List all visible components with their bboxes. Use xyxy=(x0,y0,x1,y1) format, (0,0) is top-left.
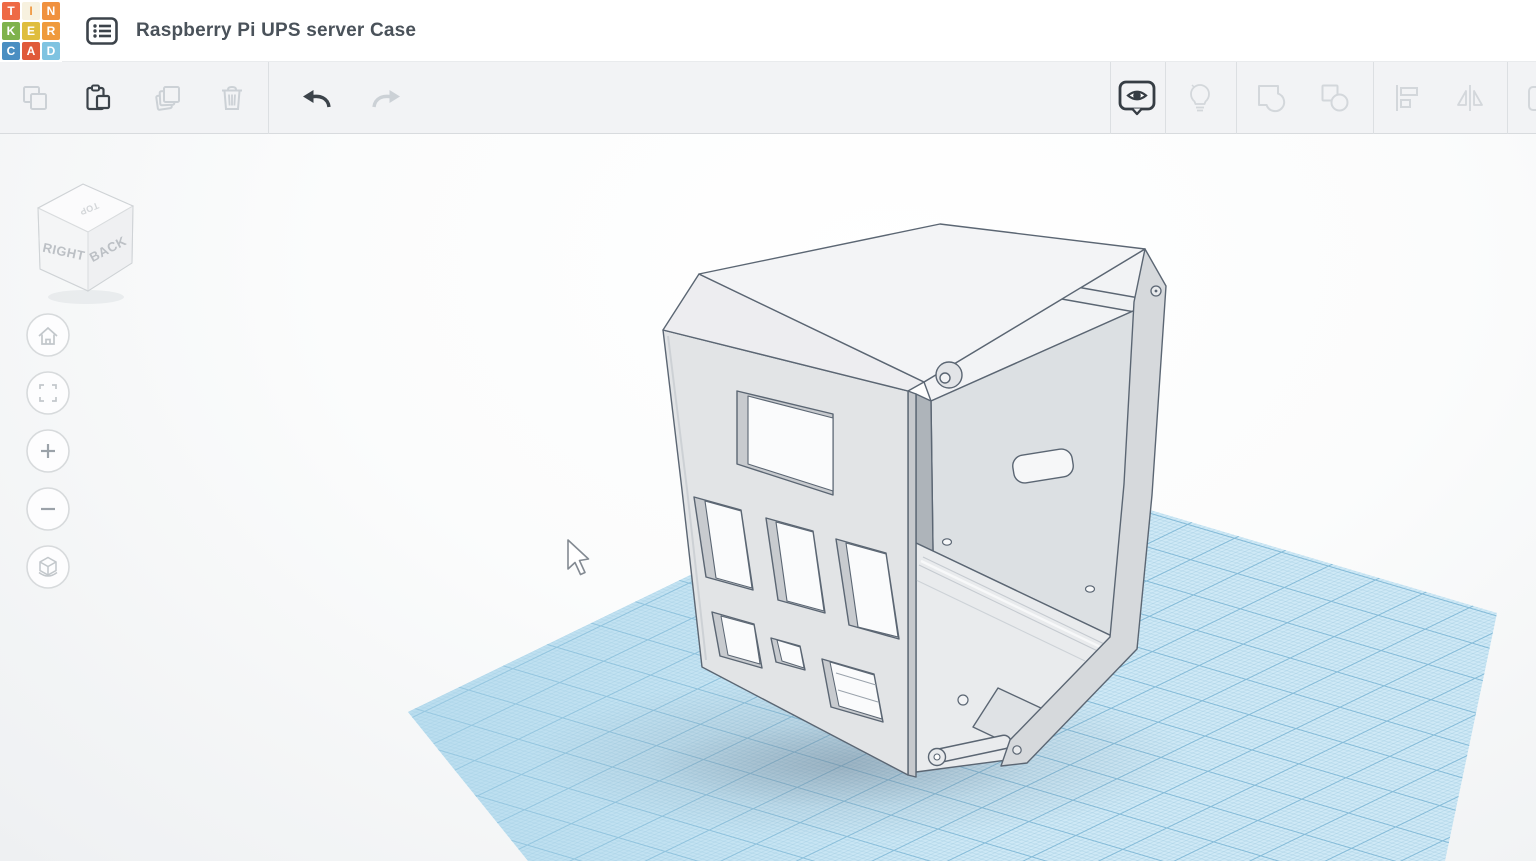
paste-button[interactable] xyxy=(76,62,120,134)
logo-tile: D xyxy=(42,42,60,60)
fit-view-button[interactable] xyxy=(27,372,69,414)
trash-icon xyxy=(218,84,246,112)
logo-tile: T xyxy=(2,2,20,20)
mirror-icon xyxy=(1455,83,1485,113)
ungroup-button[interactable] xyxy=(1307,62,1363,134)
duplicate-button[interactable] xyxy=(146,62,190,134)
design-title[interactable]: Raspberry Pi UPS server Case xyxy=(136,20,416,42)
ungroup-icon xyxy=(1319,82,1351,114)
copy-button[interactable] xyxy=(13,62,57,134)
show-all-eye-icon xyxy=(1116,79,1158,117)
copy-icon xyxy=(21,84,49,112)
workplane-icon xyxy=(1527,82,1536,114)
redo-button[interactable] xyxy=(365,62,409,134)
perspective-toggle-button[interactable] xyxy=(27,546,69,588)
undo-icon xyxy=(299,85,333,111)
design-menu-button[interactable] xyxy=(84,13,120,49)
model-wall-edge xyxy=(908,391,916,777)
view-controls xyxy=(27,314,69,588)
logo-tile: K xyxy=(2,22,20,40)
group-button[interactable] xyxy=(1243,62,1299,134)
undo-button[interactable] xyxy=(294,62,338,134)
model-hinge-boss-hole xyxy=(940,373,950,383)
redo-icon xyxy=(370,85,404,111)
tinkercad-logo[interactable]: T I N K E R C A D xyxy=(0,0,62,62)
duplicate-icon xyxy=(153,83,183,113)
model-frame-screw xyxy=(1155,290,1158,293)
model-foot-hole xyxy=(934,754,940,760)
scene-svg: TOP RIGHT BACK xyxy=(0,134,1536,861)
group-icon xyxy=(1255,82,1287,114)
paste-icon xyxy=(84,84,112,112)
toolbar-divider xyxy=(1507,62,1508,134)
logo-tile: I xyxy=(22,2,40,20)
toolbar-divider xyxy=(268,62,269,134)
light-button[interactable] xyxy=(1172,62,1228,134)
home-view-button[interactable] xyxy=(27,314,69,356)
toolbar-divider xyxy=(1165,62,1166,134)
design-menu-icon xyxy=(85,14,119,48)
logo-tile: R xyxy=(42,22,60,40)
align-button[interactable] xyxy=(1380,62,1436,134)
logo-tile: C xyxy=(2,42,20,60)
toolbar-divider xyxy=(1236,62,1237,134)
delete-button[interactable] xyxy=(210,62,254,134)
toolbar-divider xyxy=(1110,62,1111,134)
toolbar-divider xyxy=(1373,62,1374,134)
show-all-button[interactable] xyxy=(1115,62,1159,134)
mirror-button[interactable] xyxy=(1442,62,1498,134)
lightbulb-icon xyxy=(1186,82,1214,114)
logo-tile: N xyxy=(42,2,60,20)
workplane-button[interactable] xyxy=(1516,62,1536,134)
model-wall-gap xyxy=(916,394,933,551)
model-screw-hole xyxy=(943,539,952,545)
logo-tile: E xyxy=(22,22,40,40)
mouse-cursor xyxy=(568,540,589,575)
app-header: T I N K E R C A D Raspberry Pi UPS serve… xyxy=(0,0,1536,62)
zoom-in-button[interactable] xyxy=(27,430,69,472)
zoom-out-button[interactable] xyxy=(27,488,69,530)
view-cube-shadow xyxy=(48,290,124,304)
model-screw-hole xyxy=(1086,586,1095,592)
3d-viewport[interactable]: TOP RIGHT BACK xyxy=(0,134,1536,861)
logo-tile: A xyxy=(22,42,40,60)
model-frame-screw xyxy=(1013,746,1021,754)
model-screw-boss xyxy=(958,695,968,705)
view-cube[interactable]: TOP RIGHT BACK xyxy=(38,184,133,304)
align-icon xyxy=(1393,83,1423,113)
toolbar xyxy=(0,62,1536,134)
